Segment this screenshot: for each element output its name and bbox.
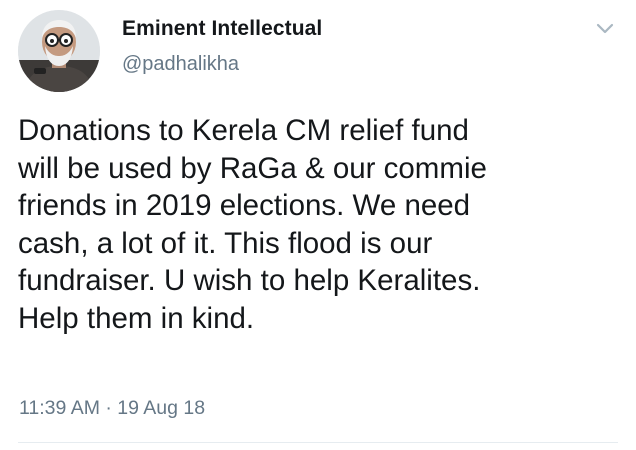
- divider: [18, 442, 618, 443]
- author-avatar[interactable]: [18, 10, 100, 92]
- chevron-down-icon: [596, 23, 614, 34]
- tweet-card: Eminent Intellectual @padhalikha Donatio…: [0, 0, 636, 450]
- avatar-photo-icon: [18, 10, 100, 92]
- tweet-text: Donations to Kerela CM relief fund will …: [18, 114, 487, 335]
- tweet-timestamp[interactable]: 11:39 AM · 19 Aug 18: [19, 397, 205, 420]
- author-handle[interactable]: @padhalikha: [122, 53, 239, 76]
- author-display-name[interactable]: Eminent Intellectual: [122, 17, 322, 41]
- tweet-menu-button[interactable]: [593, 19, 617, 39]
